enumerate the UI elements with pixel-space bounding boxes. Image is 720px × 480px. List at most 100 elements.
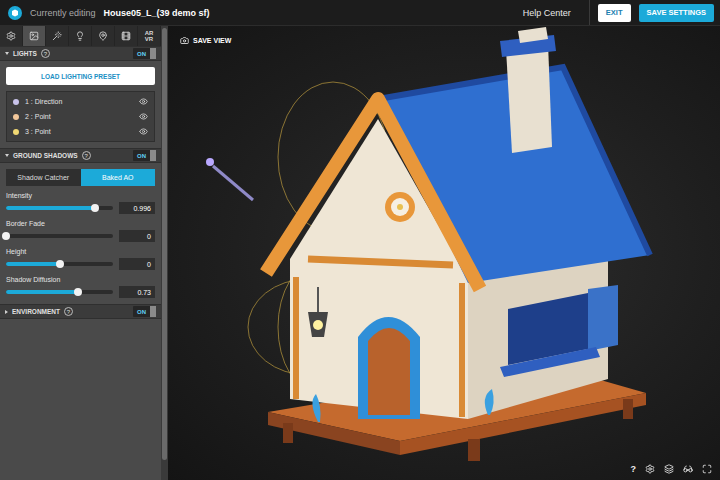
slider-handle[interactable]	[91, 204, 99, 212]
slider-field: Shadow Diffusion 0.73	[6, 276, 155, 298]
camera-icon	[180, 36, 189, 45]
help-icon[interactable]: ?	[64, 307, 73, 316]
slider-label: Border Fade	[6, 220, 155, 227]
eye-icon[interactable]	[139, 112, 148, 121]
slider-fill	[6, 206, 95, 210]
light-color-dot	[13, 114, 19, 120]
light-name: 3 : Point	[25, 128, 133, 135]
slider-label: Intensity	[6, 192, 155, 199]
light-color-dot	[13, 129, 19, 135]
slider-field: Height 0	[6, 248, 155, 270]
slider-fill	[6, 262, 60, 266]
viewer-controls: ?	[631, 464, 713, 474]
slider-track[interactable]	[6, 206, 113, 210]
slider-track[interactable]	[6, 234, 113, 238]
vr-glasses-icon[interactable]	[683, 464, 693, 474]
tool-tabs: AR VR	[0, 26, 161, 46]
tab-label: AR VR	[143, 30, 155, 43]
section-title: LIGHTS	[13, 50, 37, 57]
section-toggle[interactable]: ON	[133, 48, 156, 59]
house-model-icon[interactable]	[266, 27, 650, 461]
model-viewport-canvas[interactable]	[168, 26, 720, 480]
help-button[interactable]: ?	[631, 464, 637, 474]
tool-tab[interactable]	[115, 26, 138, 46]
tab-icon	[29, 31, 39, 41]
light-gizmo-icon[interactable]	[206, 158, 253, 200]
slider-fill	[6, 290, 78, 294]
viewport[interactable]: SAVE VIEW?	[168, 26, 720, 480]
tab-icon	[121, 31, 131, 41]
shadow-mode-switch: Shadow CatcherBaked AO	[6, 169, 155, 186]
tab-icon	[6, 31, 16, 41]
tool-tab[interactable]	[23, 26, 46, 46]
save-view-button[interactable]: SAVE VIEW	[180, 36, 231, 45]
slider-handle[interactable]	[74, 288, 82, 296]
load-preset-button[interactable]: LOAD LIGHTING PRESET	[6, 67, 155, 85]
toggle-knob[interactable]	[150, 150, 156, 161]
light-name: 2 : Point	[25, 113, 133, 120]
slider-value[interactable]: 0.73	[119, 286, 155, 298]
toggle-label: ON	[133, 48, 150, 59]
light-row[interactable]: 3 : Point	[7, 124, 154, 139]
slider-value[interactable]: 0	[119, 230, 155, 242]
chevron-icon[interactable]	[5, 154, 9, 157]
help-center-link[interactable]: Help Center	[513, 8, 581, 18]
light-color-dot	[13, 99, 19, 105]
section-toggle[interactable]: ON	[133, 150, 156, 161]
slider-label: Height	[6, 248, 155, 255]
help-icon[interactable]: ?	[82, 151, 91, 160]
slider-track[interactable]	[6, 290, 113, 294]
slider-track[interactable]	[6, 262, 113, 266]
toggle-knob[interactable]	[150, 306, 156, 317]
model-title: House05_L_(39 demo sf)	[104, 8, 210, 18]
light-name: 1 : Direction	[25, 98, 133, 105]
settings-panel: AR VR LIGHTS? ON LOAD LIGHTING PRESET 1 : Di…	[0, 26, 168, 480]
app: Currently editingHouse05_L_(39 demo sf)H…	[0, 0, 720, 480]
tab-icon	[75, 31, 85, 41]
save-button[interactable]: SAVE SETTINGS	[639, 4, 714, 22]
slider-handle[interactable]	[56, 260, 64, 268]
slider-label: Shadow Diffusion	[6, 276, 155, 283]
toggle-knob[interactable]	[150, 48, 156, 59]
toggle-label: ON	[133, 150, 150, 161]
eye-icon[interactable]	[139, 97, 148, 106]
shadow-mode-button[interactable]: Shadow Catcher	[6, 169, 81, 186]
tool-tab[interactable]	[92, 26, 115, 46]
slider-value[interactable]: 0.996	[119, 202, 155, 214]
section-header[interactable]: ENVIRONMENT? ON	[0, 304, 161, 319]
slider-handle[interactable]	[2, 232, 10, 240]
layers-icon[interactable]	[664, 464, 674, 474]
fullscreen-icon[interactable]	[702, 464, 712, 474]
chevron-icon[interactable]	[5, 52, 9, 55]
slider-field: Intensity 0.996	[6, 192, 155, 214]
tool-tab[interactable]: AR VR	[138, 26, 161, 46]
shadow-mode-button[interactable]: Baked AO	[81, 169, 156, 186]
logo-icon[interactable]	[8, 6, 22, 20]
tool-tab[interactable]	[69, 26, 92, 46]
save-view-label: SAVE VIEW	[193, 37, 231, 44]
tab-icon	[98, 31, 108, 41]
section-header[interactable]: GROUND SHADOWS? ON	[0, 148, 161, 163]
section-title: GROUND SHADOWS	[13, 152, 78, 159]
tool-tab[interactable]	[46, 26, 69, 46]
ground-shadows-body: Shadow CatcherBaked AO Intensity 0.996 Bord…	[0, 163, 161, 304]
toggle-label: ON	[133, 306, 150, 317]
gear-icon[interactable]	[645, 464, 655, 474]
section-toggle[interactable]: ON	[133, 306, 156, 317]
light-row[interactable]: 2 : Point	[7, 109, 154, 124]
section-title: ENVIRONMENT	[12, 308, 60, 315]
lights-list: 1 : Direction 2 : Point 3 : Point	[6, 91, 155, 142]
light-row[interactable]: 1 : Direction	[7, 94, 154, 109]
top-bar: Currently editingHouse05_L_(39 demo sf)H…	[0, 0, 720, 26]
tab-icon	[52, 31, 62, 41]
section-header[interactable]: LIGHTS? ON	[0, 46, 161, 61]
eye-icon[interactable]	[139, 127, 148, 136]
help-icon[interactable]: ?	[41, 49, 50, 58]
slider-value[interactable]: 0	[119, 258, 155, 270]
exit-button[interactable]: EXIT	[598, 4, 631, 22]
scrollbar[interactable]	[161, 26, 168, 480]
tool-tab[interactable]	[0, 26, 23, 46]
scroll-thumb[interactable]	[162, 28, 167, 460]
chevron-icon[interactable]	[5, 310, 8, 314]
lights-body: LOAD LIGHTING PRESET 1 : Direction 2 : Poi…	[0, 61, 161, 148]
